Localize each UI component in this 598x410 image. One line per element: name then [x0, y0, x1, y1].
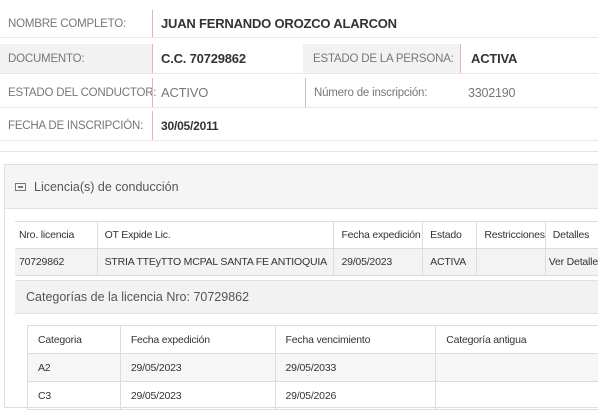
col-header: Restricciones: [477, 222, 545, 249]
col-header: Fecha expedición: [120, 326, 275, 354]
estado-conductor-label: ESTADO DEL CONDUCTOR:: [8, 78, 156, 107]
col-header: Fecha expedición: [334, 222, 423, 249]
expiry-date: 29/05/2033: [275, 354, 436, 382]
view-detail-link[interactable]: Ver Detalle: [545, 249, 598, 276]
documento-value: C.C. 70729862: [152, 44, 303, 73]
restrictions: [477, 249, 545, 276]
expiry-date: 29/05/2026: [275, 382, 436, 410]
col-header: Categoría antigua: [436, 326, 598, 354]
table-row: A2 29/05/2023 29/05/2033: [28, 354, 598, 382]
estado-conductor-value: ACTIVO: [152, 78, 303, 107]
issue-date: 29/05/2023: [120, 354, 275, 382]
col-header: Nro. licencia: [15, 222, 97, 249]
licenses-panel: Licencia(s) de conducción Nro. licencia …: [4, 164, 598, 408]
issuing-authority: STRIA TTEyTTO MCPAL SANTA FE ANTIOQUIA: [97, 249, 334, 276]
licenses-table: Nro. licencia OT Expide Lic. Fecha exped…: [15, 221, 598, 276]
row-documento: DOCUMENTO: C.C. 70729862 ESTADO DE LA PE…: [0, 44, 598, 74]
license-status: ACTIVA: [423, 249, 477, 276]
table-row: 70729862 STRIA TTEyTTO MCPAL SANTA FE AN…: [15, 249, 598, 276]
issue-date: 29/05/2023: [120, 382, 275, 410]
row-fecha-inscripcion: FECHA DE INSCRIPCIÓN: 30/05/2011: [0, 111, 598, 141]
licenses-panel-title: Licencia(s) de conducción: [34, 180, 179, 194]
row-nombre: NOMBRE COMPLETO: JUAN FERNANDO OROZCO AL…: [0, 10, 598, 38]
categories-header: Categorías de la licencia Nro: 70729862: [15, 280, 598, 314]
nombre-value: JUAN FERNANDO OROZCO ALARCON: [152, 10, 397, 37]
estado-persona-value: ACTIVA: [460, 44, 598, 73]
numero-inscripcion-value: 3302190: [468, 78, 515, 107]
numero-inscripcion-label: Número de inscripción:: [305, 78, 455, 107]
col-header: Fecha vencimiento: [275, 326, 436, 354]
table-row: C3 29/05/2023 29/05/2026: [28, 382, 598, 410]
col-header: Estado: [423, 222, 477, 249]
col-header: Detalles: [545, 222, 598, 249]
fecha-inscripcion-label: FECHA DE INSCRIPCIÓN:: [8, 111, 143, 140]
row-estado-conductor: ESTADO DEL CONDUCTOR: ACTIVO Número de i…: [0, 78, 598, 108]
id-card-icon: [15, 183, 26, 191]
person-info: NOMBRE COMPLETO: JUAN FERNANDO OROZCO AL…: [0, 0, 598, 152]
col-header: Categoria: [28, 326, 121, 354]
old-category: [436, 382, 598, 410]
category: A2: [28, 354, 121, 382]
estado-persona-label: ESTADO DE LA PERSONA:: [313, 44, 454, 73]
licenses-panel-header: Licencia(s) de conducción: [5, 165, 598, 209]
col-header: OT Expide Lic.: [97, 222, 334, 249]
category: C3: [28, 382, 121, 410]
fecha-inscripcion-value: 30/05/2011: [152, 111, 218, 140]
categories-table: Categoria Fecha expedición Fecha vencimi…: [27, 325, 598, 410]
categories-table-header: Categoria Fecha expedición Fecha vencimi…: [28, 326, 598, 354]
nombre-label: NOMBRE COMPLETO:: [8, 10, 126, 37]
licenses-table-header: Nro. licencia OT Expide Lic. Fecha exped…: [15, 222, 598, 249]
issue-date: 29/05/2023: [334, 249, 423, 276]
old-category: [436, 354, 598, 382]
license-number: 70729862: [15, 249, 97, 276]
documento-label: DOCUMENTO:: [8, 44, 84, 73]
